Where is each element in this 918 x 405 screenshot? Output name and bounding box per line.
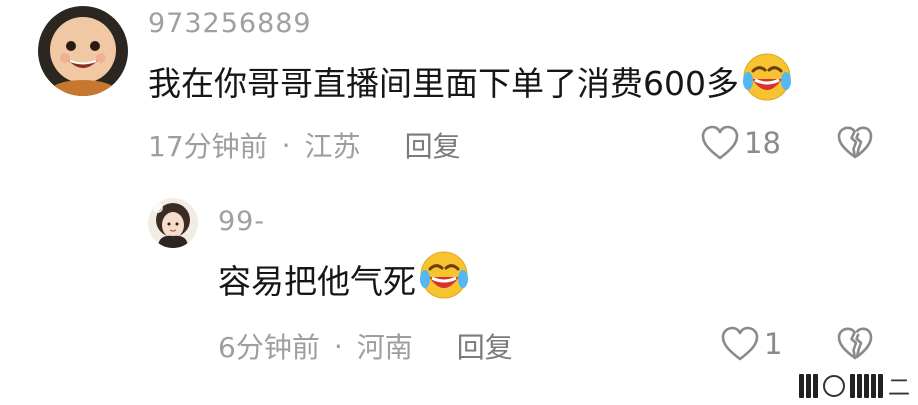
comment-item: 973256889 我在你哥哥直播间里面下单了消费600多 17分钟前 · 江苏…: [0, 0, 918, 190]
watermark-bar: [863, 374, 869, 398]
avatar[interactable]: [148, 198, 198, 248]
reply-button[interactable]: 回复: [457, 326, 513, 366]
reply-button[interactable]: 回复: [405, 125, 461, 165]
watermark: 二: [798, 373, 910, 401]
comment-location: 江苏: [304, 130, 361, 163]
reply-item: 99- 容易把他气死 6分钟前 · 河南 回复 1: [0, 190, 918, 405]
separator-dot: ·: [333, 329, 343, 363]
like-button[interactable]: 1: [720, 325, 782, 363]
heart-icon: [720, 325, 760, 363]
watermark-bar: [849, 374, 855, 398]
watermark-bar: [877, 374, 883, 398]
watermark-bar: [856, 374, 862, 398]
reply-time: 6分钟前: [218, 331, 320, 364]
dislike-button[interactable]: [836, 125, 874, 165]
crying-laughing-emoji-icon: [741, 51, 793, 111]
comment-meta: 17分钟前 · 江苏 回复: [148, 125, 461, 165]
reply-meta: 6分钟前 · 河南 回复: [218, 326, 513, 366]
girl-avatar-image: [148, 198, 198, 248]
dislike-button[interactable]: [836, 326, 874, 366]
watermark-bar: [805, 374, 811, 398]
watermark-bar: [798, 374, 804, 398]
comment-text: 我在你哥哥直播间里面下单了消费600多: [148, 64, 739, 103]
watermark-circle-icon: [822, 375, 845, 397]
watermark-bar: [812, 374, 818, 398]
broken-heart-icon: [836, 126, 874, 165]
heart-icon: [700, 124, 740, 162]
like-count: 1: [764, 327, 783, 361]
crying-laughing-emoji-icon: [418, 249, 470, 309]
avatar[interactable]: [38, 6, 128, 96]
reply-username[interactable]: 99-: [218, 206, 265, 237]
separator-dot: ·: [281, 128, 291, 162]
reply-text: 容易把他气死: [218, 262, 416, 301]
comment-text-row: 我在你哥哥直播间里面下单了消费600多: [148, 53, 793, 104]
baby-avatar-image: [38, 6, 128, 96]
reply-location: 河南: [356, 331, 413, 364]
watermark-bar: [870, 374, 876, 398]
comment-time: 17分钟前: [148, 130, 268, 163]
like-button[interactable]: 18: [700, 124, 781, 162]
comment-username[interactable]: 973256889: [148, 8, 312, 39]
watermark-text: 二: [887, 376, 910, 401]
reply-text-row: 容易把他气死: [218, 251, 470, 302]
like-count: 18: [744, 126, 781, 160]
broken-heart-icon: [836, 327, 874, 366]
